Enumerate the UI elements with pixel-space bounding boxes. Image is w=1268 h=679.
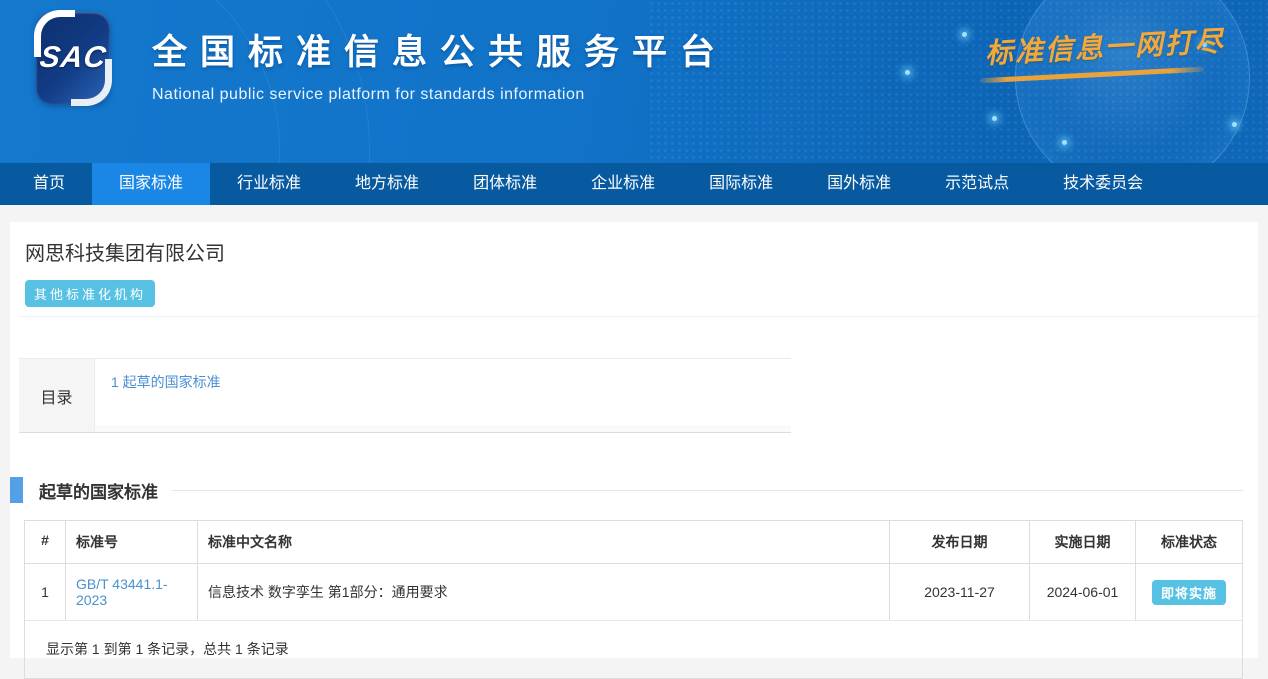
- publish-date-cell: 2023-11-27: [890, 564, 1030, 621]
- col-header-publish-date: 发布日期: [890, 521, 1030, 564]
- standards-table: # 标准号 标准中文名称 发布日期 实施日期 标准状态 1 GB/T 43441…: [24, 520, 1243, 679]
- nav-tab-industry-standards[interactable]: 行业标准: [210, 163, 328, 205]
- table-row: 1 GB/T 43441.1-2023 信息技术 数字孪生 第1部分：通用要求 …: [25, 564, 1242, 621]
- site-subtitle: National public service platform for sta…: [152, 86, 728, 104]
- main-nav: 首页 国家标准 行业标准 地方标准 团体标准 企业标准 国际标准 国外标准 示范…: [0, 163, 1268, 205]
- sac-logo-text: SAC: [37, 41, 108, 75]
- standard-number-cell: GB/T 43441.1-2023: [66, 564, 198, 621]
- sac-logo[interactable]: SAC: [36, 12, 110, 104]
- organization-type-badge: 其他标准化机构: [25, 280, 155, 307]
- col-header-implement-date: 实施日期: [1030, 521, 1136, 564]
- nav-tab-group-standards[interactable]: 团体标准: [446, 163, 564, 205]
- table-record-summary: 显示第 1 到第 1 条记录，总共 1 条记录: [25, 621, 1242, 678]
- status-badge: 即将实施: [1152, 580, 1226, 605]
- nav-tab-local-standards[interactable]: 地方标准: [328, 163, 446, 205]
- toc-content: 1 起草的国家标准: [95, 359, 791, 432]
- standard-name-cell: 信息技术 数字孪生 第1部分：通用要求: [198, 564, 890, 621]
- nav-tab-pilot-projects[interactable]: 示范试点: [918, 163, 1036, 205]
- col-header-standard-no: 标准号: [66, 521, 198, 564]
- row-index-cell: 1: [25, 564, 66, 621]
- glow-dot: [905, 70, 910, 75]
- section-divider-line: [172, 490, 1243, 491]
- glow-dot: [1232, 122, 1237, 127]
- glow-dot: [992, 116, 997, 121]
- nav-tab-enterprise-standards[interactable]: 企业标准: [564, 163, 682, 205]
- site-header: SAC 全国标准信息公共服务平台 National public service…: [0, 0, 1268, 163]
- section-marker: [10, 477, 23, 503]
- nav-tab-foreign-standards[interactable]: 国外标准: [800, 163, 918, 205]
- toc-box: 目录 1 起草的国家标准: [19, 358, 791, 433]
- implement-date-cell: 2024-06-01: [1030, 564, 1136, 621]
- divider: [20, 316, 1258, 317]
- header-titles: 全国标准信息公共服务平台 National public service pla…: [152, 24, 728, 104]
- standard-number-link[interactable]: GB/T 43441.1-2023: [76, 576, 187, 608]
- toc-label: 目录: [19, 359, 95, 432]
- col-header-name-cn: 标准中文名称: [198, 521, 890, 564]
- toc-link-drafted-national-standards[interactable]: 1 起草的国家标准: [111, 374, 221, 390]
- col-header-index: #: [25, 521, 66, 564]
- nav-tab-home[interactable]: 首页: [6, 163, 92, 205]
- site-title: 全国标准信息公共服务平台: [152, 24, 728, 75]
- nav-tab-national-standards[interactable]: 国家标准: [92, 163, 210, 205]
- section-title: 起草的国家标准: [39, 478, 158, 503]
- nav-tab-international-standards[interactable]: 国际标准: [682, 163, 800, 205]
- organization-name: 网思科技集团有限公司: [25, 237, 1238, 266]
- table-header-row: # 标准号 标准中文名称 发布日期 实施日期 标准状态: [25, 521, 1242, 564]
- nav-tab-technical-committees[interactable]: 技术委员会: [1036, 163, 1170, 205]
- glow-dot: [962, 32, 967, 37]
- content-card: 网思科技集团有限公司 其他标准化机构 目录 1 起草的国家标准 起草的国家标准 …: [10, 222, 1258, 658]
- organization-block: 网思科技集团有限公司 其他标准化机构: [10, 222, 1258, 307]
- col-header-status: 标准状态: [1136, 521, 1242, 564]
- status-cell: 即将实施: [1136, 564, 1242, 621]
- glow-dot: [1062, 140, 1067, 145]
- section-header: 起草的国家标准: [10, 477, 1258, 503]
